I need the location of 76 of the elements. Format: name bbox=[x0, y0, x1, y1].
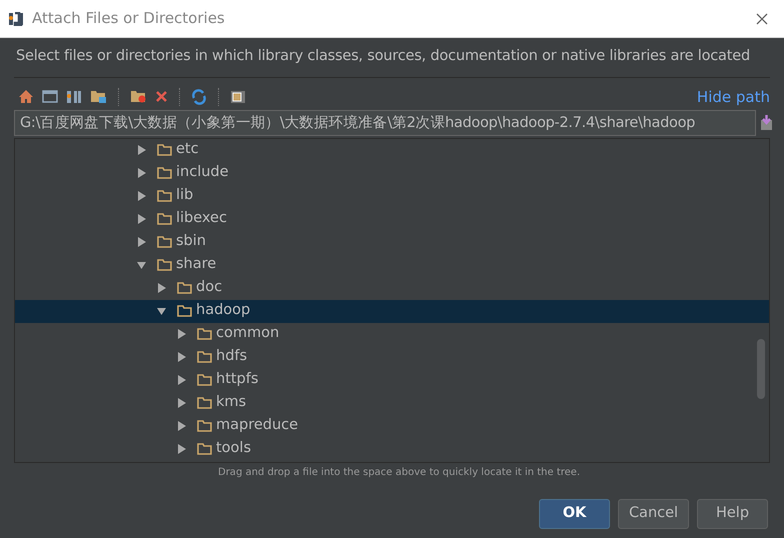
app-logo-icon bbox=[8, 12, 24, 26]
folder-icon bbox=[177, 282, 192, 294]
folder-icon bbox=[157, 144, 172, 156]
path-field[interactable]: G:\百度网盘下载\大数据（小象第一期）\大数据环境准备\第2次课hadoop\hadoop-2.7.4\share\hadoop bbox=[14, 110, 756, 136]
folder-name: sbin bbox=[176, 232, 206, 252]
folder-icon bbox=[157, 213, 172, 226]
folder-name: doc bbox=[196, 278, 222, 298]
hint-text: Drag and drop a file into the space above to quickly locate it in the tree. bbox=[217, 466, 582, 480]
hide-path-link[interactable]: Hide path bbox=[696, 86, 770, 108]
folder-icon bbox=[197, 374, 212, 386]
collapsed-arrow-icon[interactable] bbox=[137, 145, 146, 156]
refresh-icon[interactable] bbox=[191, 88, 207, 105]
collapsed-arrow-icon[interactable] bbox=[177, 375, 186, 386]
collapsed-arrow-icon[interactable] bbox=[137, 168, 146, 178]
tree-row[interactable]: kms bbox=[15, 392, 769, 415]
clipboard-icon[interactable] bbox=[760, 114, 773, 131]
tree-row[interactable]: sbin bbox=[15, 230, 769, 254]
tree-row[interactable]: etc bbox=[15, 138, 769, 162]
tree-row[interactable]: include bbox=[15, 162, 769, 185]
folder-name: lib bbox=[176, 186, 194, 206]
dialog-button[interactable]: Help bbox=[697, 498, 768, 529]
folder-icon bbox=[157, 190, 172, 202]
folder-name: httpfs bbox=[216, 370, 258, 390]
tree-row[interactable]: hadoop bbox=[15, 300, 769, 323]
expanded-arrow-icon[interactable] bbox=[137, 260, 146, 270]
folder-name: tools bbox=[216, 439, 252, 458]
folder-name: hadoop bbox=[196, 301, 250, 320]
folder-name: kms bbox=[216, 393, 246, 412]
window-title: Attach Files or Directories bbox=[32, 8, 225, 30]
app-logo-icon[interactable] bbox=[66, 90, 82, 104]
scrollbar-thumb[interactable] bbox=[757, 338, 765, 399]
tree-row[interactable]: httpfs bbox=[15, 368, 769, 392]
home-icon[interactable] bbox=[18, 89, 34, 104]
folder-icon bbox=[197, 328, 212, 340]
folder-icon bbox=[197, 351, 212, 364]
folder-name: mapreduce bbox=[216, 416, 298, 436]
tree-row[interactable]: mapreduce bbox=[15, 414, 769, 438]
dialog-button[interactable]: OK bbox=[539, 498, 610, 529]
folder-icon bbox=[157, 259, 172, 272]
collapsed-arrow-icon[interactable] bbox=[137, 237, 146, 248]
tree-row[interactable]: tools bbox=[15, 438, 769, 461]
tree-row[interactable]: libexec bbox=[15, 208, 769, 231]
dialog-button[interactable]: Cancel bbox=[618, 498, 689, 529]
window-icon[interactable] bbox=[42, 90, 58, 104]
folder-icon bbox=[157, 236, 172, 248]
folder-name: hdfs bbox=[216, 347, 248, 366]
dialog-description: Select files or directories in which library classes, sources, documentation or native libraries are located bbox=[15, 47, 751, 66]
folder-icon[interactable] bbox=[90, 89, 107, 104]
collapsed-arrow-icon[interactable] bbox=[157, 283, 166, 294]
show-hidden-icon[interactable] bbox=[230, 90, 246, 104]
folder-name: share bbox=[176, 255, 216, 274]
folder-name: libexec bbox=[176, 209, 227, 228]
tree-row[interactable]: lib bbox=[15, 184, 769, 208]
folder-icon bbox=[197, 443, 212, 456]
folder-icon bbox=[197, 397, 212, 410]
folder-name: etc bbox=[176, 140, 199, 160]
collapsed-arrow-icon[interactable] bbox=[177, 444, 186, 454]
collapsed-arrow-icon[interactable] bbox=[137, 214, 146, 224]
collapsed-arrow-icon[interactable] bbox=[177, 352, 186, 362]
new-folder-icon[interactable] bbox=[130, 89, 147, 104]
expanded-arrow-icon[interactable] bbox=[157, 306, 166, 316]
tree-row[interactable]: common bbox=[15, 322, 769, 346]
folder-icon bbox=[177, 305, 192, 318]
folder-name: common bbox=[216, 324, 280, 344]
folder-name: include bbox=[176, 163, 229, 182]
folder-icon bbox=[197, 420, 212, 432]
close-icon[interactable] bbox=[756, 12, 768, 24]
tree-row[interactable]: hdfs bbox=[15, 346, 769, 369]
collapsed-arrow-icon[interactable] bbox=[177, 398, 186, 408]
collapsed-arrow-icon[interactable] bbox=[177, 421, 186, 432]
collapsed-arrow-icon[interactable] bbox=[177, 329, 186, 340]
delete-icon[interactable] bbox=[155, 90, 168, 104]
folder-icon bbox=[157, 167, 172, 180]
collapsed-arrow-icon[interactable] bbox=[137, 191, 146, 202]
tree-row[interactable]: doc bbox=[15, 276, 769, 300]
tree-row[interactable]: share bbox=[15, 254, 769, 277]
